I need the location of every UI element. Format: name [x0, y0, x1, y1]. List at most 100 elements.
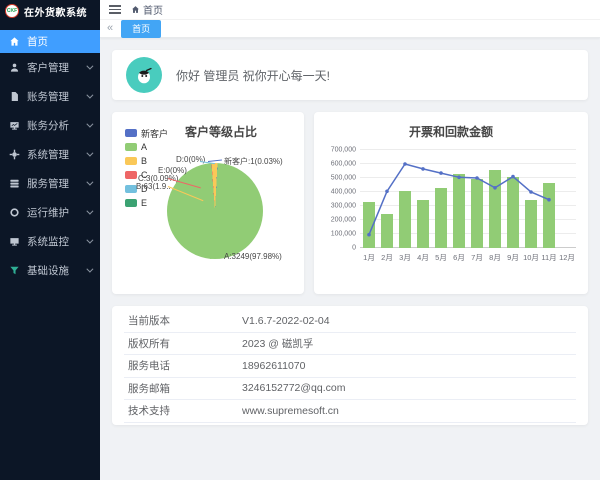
- bar-chart-x-axis: 1月2月3月4月5月6月7月8月9月10月11月12月: [360, 252, 576, 263]
- x-axis-tick-label: 5月: [432, 252, 450, 263]
- info-row: 服务邮箱3246152772@qq.com: [124, 378, 576, 401]
- y-axis-tick-label: 200,000: [331, 217, 356, 224]
- ops-icon: [9, 207, 21, 219]
- legend-label: 新客户: [141, 127, 168, 140]
- infra-icon: [9, 265, 21, 277]
- app-logo-icon: CKF: [5, 4, 19, 18]
- sidebar-item-home[interactable]: 首页: [0, 30, 100, 53]
- chart-icon: [9, 120, 21, 132]
- legend-label: A: [141, 142, 147, 152]
- sidebar-item-label: 系统管理: [27, 147, 69, 162]
- sidebar-item-gear[interactable]: 系统管理: [0, 140, 100, 169]
- home-icon: [131, 5, 140, 14]
- legend-swatch: [125, 171, 137, 179]
- hamburger-menu-icon[interactable]: [109, 5, 121, 14]
- sidebar-item-chart[interactable]: 账务分析: [0, 111, 100, 140]
- sidebar-item-file[interactable]: 账务管理: [0, 82, 100, 111]
- legend-swatch: [125, 157, 137, 165]
- sidebar-item-ops[interactable]: 运行维护: [0, 198, 100, 227]
- greeting-card: 你好 管理员 祝你开心每一天!: [112, 50, 588, 100]
- info-row: 服务电话18962611070: [124, 355, 576, 378]
- chevron-down-icon: [86, 237, 93, 244]
- legend-label: E: [141, 198, 147, 208]
- x-axis-tick-label: 8月: [486, 252, 504, 263]
- chevron-down-icon: [86, 179, 93, 186]
- info-card: 当前版本V1.6.7-2022-02-04版权所有2023 @ 磁凯孚服务电话1…: [112, 306, 588, 425]
- app-logo-row: CKF 在外货款系统: [0, 0, 100, 22]
- sidebar-item-label: 客户管理: [27, 60, 69, 75]
- x-axis-tick-label: 7月: [468, 252, 486, 263]
- info-row-label: 当前版本: [124, 313, 242, 328]
- x-axis-tick-label: 1月: [360, 252, 378, 263]
- sidebar-item-service[interactable]: 服务管理: [0, 169, 100, 198]
- y-axis-tick-label: 400,000: [331, 189, 356, 196]
- chevron-down-icon: [86, 121, 93, 128]
- pie-data-label: 新客户:1(0.03%): [224, 156, 283, 167]
- bar-chart: 0100,000200,000300,000400,000500,000600,…: [324, 150, 576, 248]
- breadcrumb[interactable]: 首页: [131, 2, 163, 17]
- info-row-label: 技术支持: [124, 403, 242, 418]
- app-title: 在外货款系统: [24, 4, 87, 19]
- chevron-down-icon: [86, 266, 93, 273]
- line-series: [360, 150, 576, 248]
- info-row-value: V1.6.7-2022-02-04: [242, 315, 576, 327]
- legend-swatch: [125, 129, 137, 137]
- charts-row: 客户等级占比 新客户ABCDE D:0(0%)新客户:1(0.03%)E:0(0…: [112, 112, 588, 294]
- info-row-value: 2023 @ 磁凯孚: [242, 336, 576, 351]
- chevron-down-icon: [86, 63, 93, 70]
- bar-chart-y-axis: 0100,000200,000300,000400,000500,000600,…: [324, 150, 360, 248]
- avatar: [126, 57, 162, 93]
- chevron-down-icon: [86, 92, 93, 99]
- y-axis-tick-label: 500,000: [331, 175, 356, 182]
- info-row: 版权所有2023 @ 磁凯孚: [124, 333, 576, 356]
- x-axis-tick-label: 10月: [522, 252, 540, 263]
- pie-legend-item[interactable]: 新客户: [125, 126, 168, 140]
- service-icon: [9, 178, 21, 190]
- pie-data-label: A:3249(97.98%): [224, 252, 282, 261]
- tab-home[interactable]: 首页: [121, 20, 161, 38]
- sidebar-item-label: 基础设施: [27, 263, 69, 278]
- sidebar-item-label: 账务管理: [27, 89, 69, 104]
- sidebar-item-label: 系统监控: [27, 234, 69, 249]
- info-row-label: 版权所有: [124, 336, 242, 351]
- pie-data-label: D:0(0%): [176, 155, 205, 164]
- pie-chart[interactable]: [167, 163, 263, 259]
- pie-data-label: B:63(1.9..: [136, 182, 171, 191]
- y-axis-tick-label: 300,000: [331, 203, 356, 210]
- file-icon: [9, 91, 21, 103]
- mascot-icon: [133, 64, 155, 86]
- sidebar-item-label: 首页: [27, 34, 48, 49]
- greeting-text: 你好 管理员 祝你开心每一天!: [176, 67, 330, 84]
- sidebar: CKF 在外货款系统 首页客户管理账务管理账务分析系统管理服务管理运行维护系统监…: [0, 0, 100, 480]
- sidebar-item-label: 服务管理: [27, 176, 69, 191]
- sidebar-item-infra[interactable]: 基础设施: [0, 256, 100, 285]
- sidebar-item-label: 账务分析: [27, 118, 69, 133]
- info-row-label: 服务电话: [124, 358, 242, 373]
- info-row-value: 3246152772@qq.com: [242, 382, 576, 394]
- pie-label-line: [208, 160, 222, 162]
- bar-chart-title: 开票和回款金额: [314, 123, 588, 140]
- bar-chart-plot[interactable]: [360, 150, 576, 248]
- info-row: 当前版本V1.6.7-2022-02-04: [124, 310, 576, 333]
- sidebar-item-users[interactable]: 客户管理: [0, 53, 100, 82]
- content-area: 你好 管理员 祝你开心每一天! 客户等级占比 新客户ABCDE D:0(0%)新…: [100, 38, 600, 425]
- gear-icon: [9, 149, 21, 161]
- x-axis-tick-label: 11月: [540, 252, 558, 263]
- info-row-value: 18962611070: [242, 360, 576, 372]
- bar-chart-card: 开票和回款金额 0 100,000 200,000 300,000 400,000 500…: [314, 112, 588, 294]
- sidebar-item-label: 运行维护: [27, 205, 69, 220]
- tab-bar: « 首页: [100, 20, 600, 38]
- x-axis-tick-label: 4月: [414, 252, 432, 263]
- pie-legend-item[interactable]: A: [125, 140, 168, 154]
- info-row-label: 服务邮箱: [124, 381, 242, 396]
- main-area: 首页 « 首页 你好 管理员 祝你开心每一天! 客户等级占比: [100, 0, 600, 480]
- y-axis-tick-label: 100,000: [331, 231, 356, 238]
- legend-label: B: [141, 156, 147, 166]
- sidebar-item-monitor[interactable]: 系统监控: [0, 227, 100, 256]
- pie-legend-item[interactable]: E: [125, 196, 168, 210]
- y-axis-tick-label: 0: [352, 245, 356, 252]
- info-row-value: www.supremesoft.cn: [242, 405, 576, 417]
- collapse-tabs-icon[interactable]: «: [107, 23, 113, 34]
- sidebar-menu: 首页客户管理账务管理账务分析系统管理服务管理运行维护系统监控基础设施: [0, 30, 100, 285]
- x-axis-tick-label: 12月: [558, 252, 576, 263]
